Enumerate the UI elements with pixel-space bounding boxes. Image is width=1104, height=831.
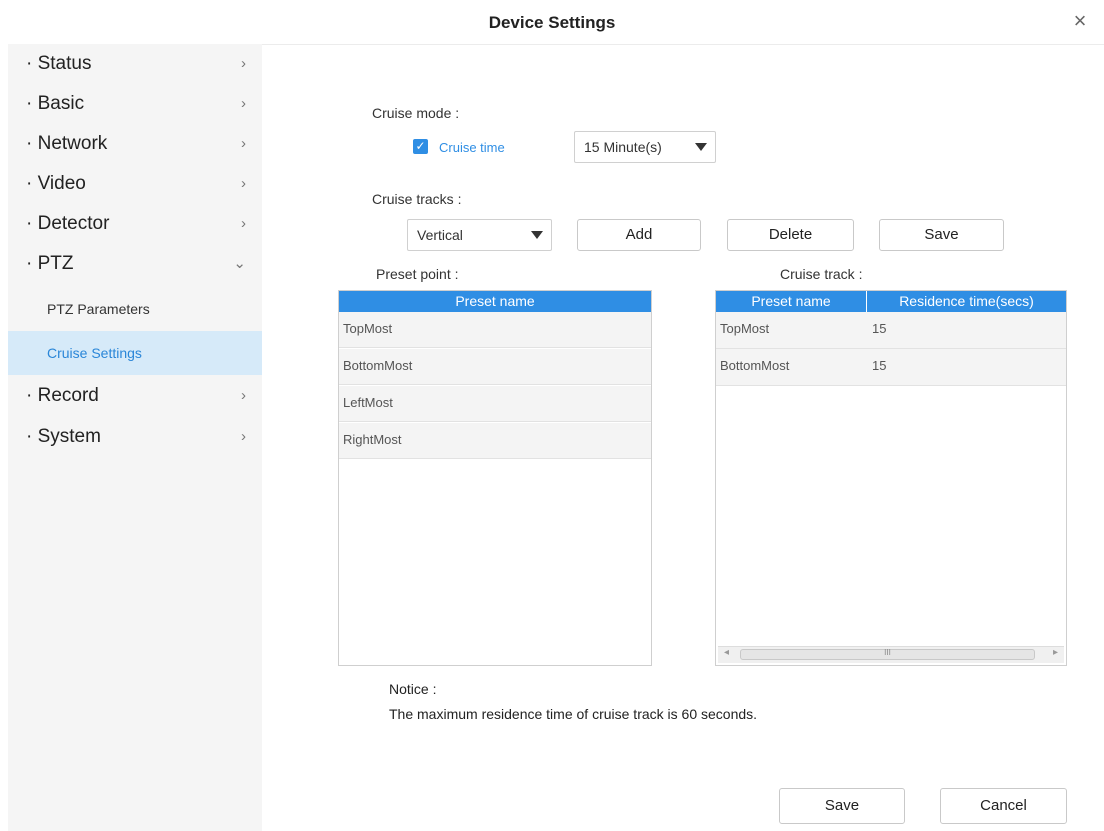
preset-point-label: Preset point :	[376, 266, 459, 282]
sidebar: · Status › · Basic › · Network › · Video…	[8, 44, 262, 831]
preset-name-header: Preset name	[716, 291, 866, 312]
add-button[interactable]: Add	[577, 219, 701, 251]
table-row[interactable]: BottomMost	[339, 349, 651, 385]
cruise-tracks-label: Cruise tracks :	[372, 191, 462, 207]
cruise-track-table: Preset name Residence time(secs) TopMost…	[715, 290, 1067, 666]
sidebar-item-system[interactable]: · System ›	[26, 417, 262, 457]
residence-time-header: Residence time(secs)	[867, 291, 1066, 312]
table-row[interactable]: TopMost	[339, 312, 651, 348]
sidebar-item-label: · Video	[26, 173, 86, 194]
sidebar-item-record[interactable]: · Record ›	[26, 376, 262, 416]
chevron-right-icon: ›	[241, 175, 246, 192]
preset-point-table: Preset name TopMost BottomMost LeftMost …	[338, 290, 652, 666]
chevron-down-icon: ⌄	[233, 255, 246, 272]
sidebar-item-label: · System	[26, 426, 101, 447]
scroll-grip: III	[884, 648, 891, 657]
sidebar-item-status[interactable]: · Status ›	[26, 44, 262, 84]
sidebar-subitem-ptz-parameters[interactable]: PTZ Parameters	[8, 287, 262, 331]
notice-title: Notice :	[389, 681, 437, 697]
cruise-mode-label: Cruise mode :	[372, 105, 460, 121]
sidebar-item-ptz[interactable]: · PTZ ⌄	[26, 244, 262, 284]
cell-preset-name: BottomMost	[720, 358, 790, 373]
preset-name-header: Preset name	[339, 291, 651, 312]
sidebar-item-label: · Network	[26, 133, 108, 154]
window-title: Device Settings	[488, 13, 616, 32]
sidebar-item-label: · PTZ	[26, 253, 74, 274]
cruise-time-checkbox[interactable]: ✓	[413, 139, 428, 154]
chevron-right-icon: ›	[241, 55, 246, 72]
delete-button[interactable]: Delete	[727, 219, 854, 251]
sidebar-item-network[interactable]: · Network ›	[26, 124, 262, 164]
sidebar-item-label: · Record	[26, 385, 99, 406]
sidebar-item-label: · Basic	[26, 93, 85, 114]
cell-residence-time: 15	[872, 321, 887, 336]
sidebar-item-video[interactable]: · Video ›	[26, 164, 262, 204]
table-row[interactable]: RightMost	[339, 423, 651, 459]
chevron-right-icon: ›	[241, 215, 246, 232]
save-button[interactable]: Save	[779, 788, 905, 824]
cell-residence-time: 15	[872, 358, 887, 373]
cell-preset-name: TopMost	[720, 321, 770, 336]
close-icon[interactable]: ×	[1068, 9, 1092, 33]
table-row[interactable]: TopMost 15	[716, 312, 1066, 349]
cruise-track-value: Vertical	[417, 227, 463, 243]
horizontal-scrollbar[interactable]: ◂ III ▸	[718, 646, 1064, 663]
chevron-right-icon: ›	[241, 428, 246, 445]
scroll-right-icon[interactable]: ▸	[1053, 647, 1058, 658]
cruise-time-label[interactable]: Cruise time	[439, 140, 505, 155]
cruise-time-select[interactable]: 15 Minute(s)	[574, 131, 716, 163]
title-bar: Device Settings ×	[0, 0, 1104, 45]
sidebar-item-detector[interactable]: · Detector ›	[26, 204, 262, 244]
chevron-right-icon: ›	[241, 95, 246, 112]
notice-text: The maximum residence time of cruise tra…	[389, 706, 758, 722]
table-row[interactable]: LeftMost	[339, 386, 651, 422]
sidebar-item-label: · Detector	[26, 213, 110, 234]
cruise-track-label: Cruise track :	[780, 266, 863, 282]
cruise-track-select[interactable]: Vertical	[407, 219, 552, 251]
save-track-button[interactable]: Save	[879, 219, 1004, 251]
cruise-time-value: 15 Minute(s)	[584, 139, 662, 155]
sidebar-item-basic[interactable]: · Basic ›	[26, 84, 262, 124]
scrollbar-thumb[interactable]: III	[740, 648, 1035, 660]
dropdown-arrow-icon	[695, 143, 707, 151]
chevron-right-icon: ›	[241, 387, 246, 404]
chevron-right-icon: ›	[241, 135, 246, 152]
table-row[interactable]: BottomMost 15	[716, 349, 1066, 386]
sidebar-item-label: · Status	[26, 53, 92, 74]
scroll-left-icon[interactable]: ◂	[724, 647, 729, 658]
dropdown-arrow-icon	[531, 231, 543, 239]
window-edge	[0, 44, 8, 831]
sidebar-subitem-cruise-settings[interactable]: Cruise Settings	[8, 331, 262, 375]
cancel-button[interactable]: Cancel	[940, 788, 1067, 824]
